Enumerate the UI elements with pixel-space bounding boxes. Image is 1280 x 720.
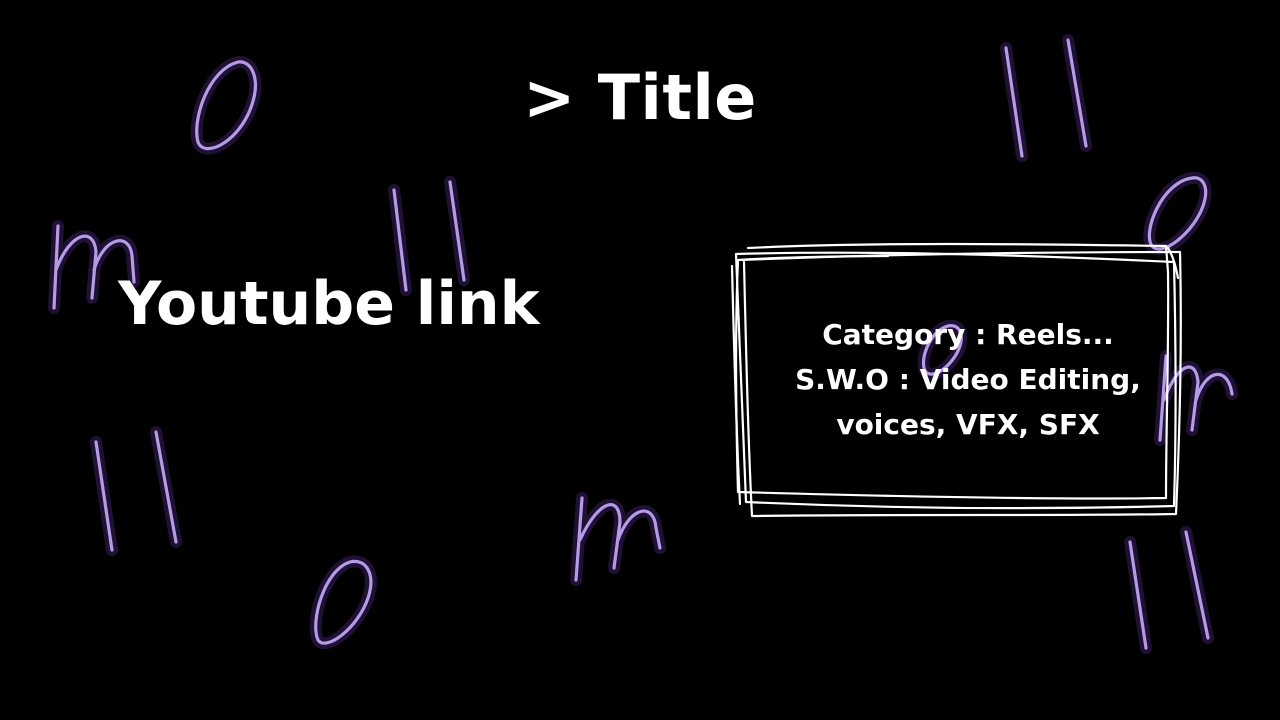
neon-pause-bars-icon bbox=[94, 430, 178, 552]
slide-title: > Title bbox=[523, 61, 757, 134]
neon-pause-bars-icon bbox=[1128, 530, 1210, 650]
category-line: Category : Reels... bbox=[822, 318, 1114, 351]
swo-line-1: S.W.O : Video Editing, bbox=[795, 363, 1141, 396]
info-box-text: Category : Reels... S.W.O : Video Editin… bbox=[768, 312, 1168, 447]
slide: > Title Youtube link Category : Reels...… bbox=[0, 0, 1280, 720]
neon-letter-m-icon bbox=[574, 496, 662, 582]
swo-line-2: voices, VFX, SFX bbox=[836, 408, 1100, 441]
youtube-link-text[interactable]: Youtube link bbox=[118, 264, 540, 344]
neon-letter-o-icon bbox=[314, 559, 373, 645]
